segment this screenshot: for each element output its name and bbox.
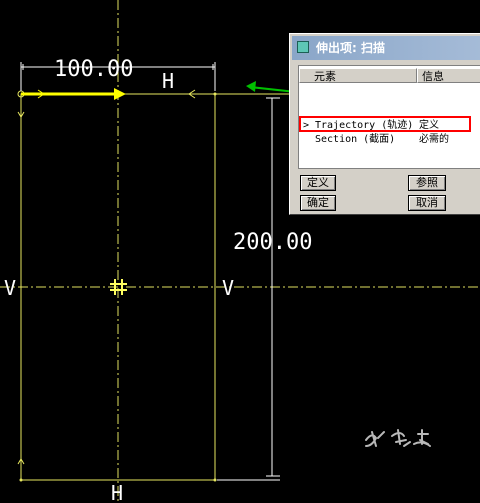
vertex-top-right bbox=[213, 92, 217, 96]
ok-button[interactable]: 确定 bbox=[300, 195, 336, 211]
dialog-title: 伸出项: 扫描 bbox=[316, 41, 385, 55]
height-dimension-value: 200.00 bbox=[233, 230, 312, 255]
element-info: 必需的 bbox=[419, 134, 449, 145]
cancel-button[interactable]: 取消 bbox=[408, 195, 446, 211]
constraint-h-top: H bbox=[162, 69, 174, 93]
selected-row-highlight bbox=[299, 116, 471, 132]
vertex-bottom-right bbox=[213, 478, 217, 482]
constraint-v-right: V bbox=[222, 276, 234, 300]
width-dimension-value: 100.00 bbox=[54, 57, 133, 82]
element-list[interactable]: 元素 信息 > Trajectory (轨迹) 定义 Section (截面) … bbox=[298, 65, 480, 169]
dialog-app-icon bbox=[297, 41, 309, 53]
dialog-titlebar[interactable]: 伸出项: 扫描 bbox=[292, 36, 480, 60]
column-header-element[interactable]: 元素 bbox=[299, 68, 417, 83]
define-button[interactable]: 定义 bbox=[300, 175, 336, 191]
references-button[interactable]: 参照 bbox=[408, 175, 446, 191]
column-header-info[interactable]: 信息 bbox=[417, 68, 480, 83]
element-name: Section (截面) bbox=[315, 134, 396, 145]
sweep-feature-dialog: 伸出项: 扫描 元素 信息 > Trajectory (轨迹) 定义 Secti… bbox=[289, 33, 480, 215]
constraint-h-bottom: H bbox=[111, 481, 123, 503]
list-item-section[interactable]: Section (截面) 必需的 bbox=[301, 133, 471, 147]
constraint-v-left: V bbox=[4, 276, 16, 300]
vertex-bottom-left bbox=[19, 478, 23, 482]
watermark-logo bbox=[365, 429, 431, 447]
